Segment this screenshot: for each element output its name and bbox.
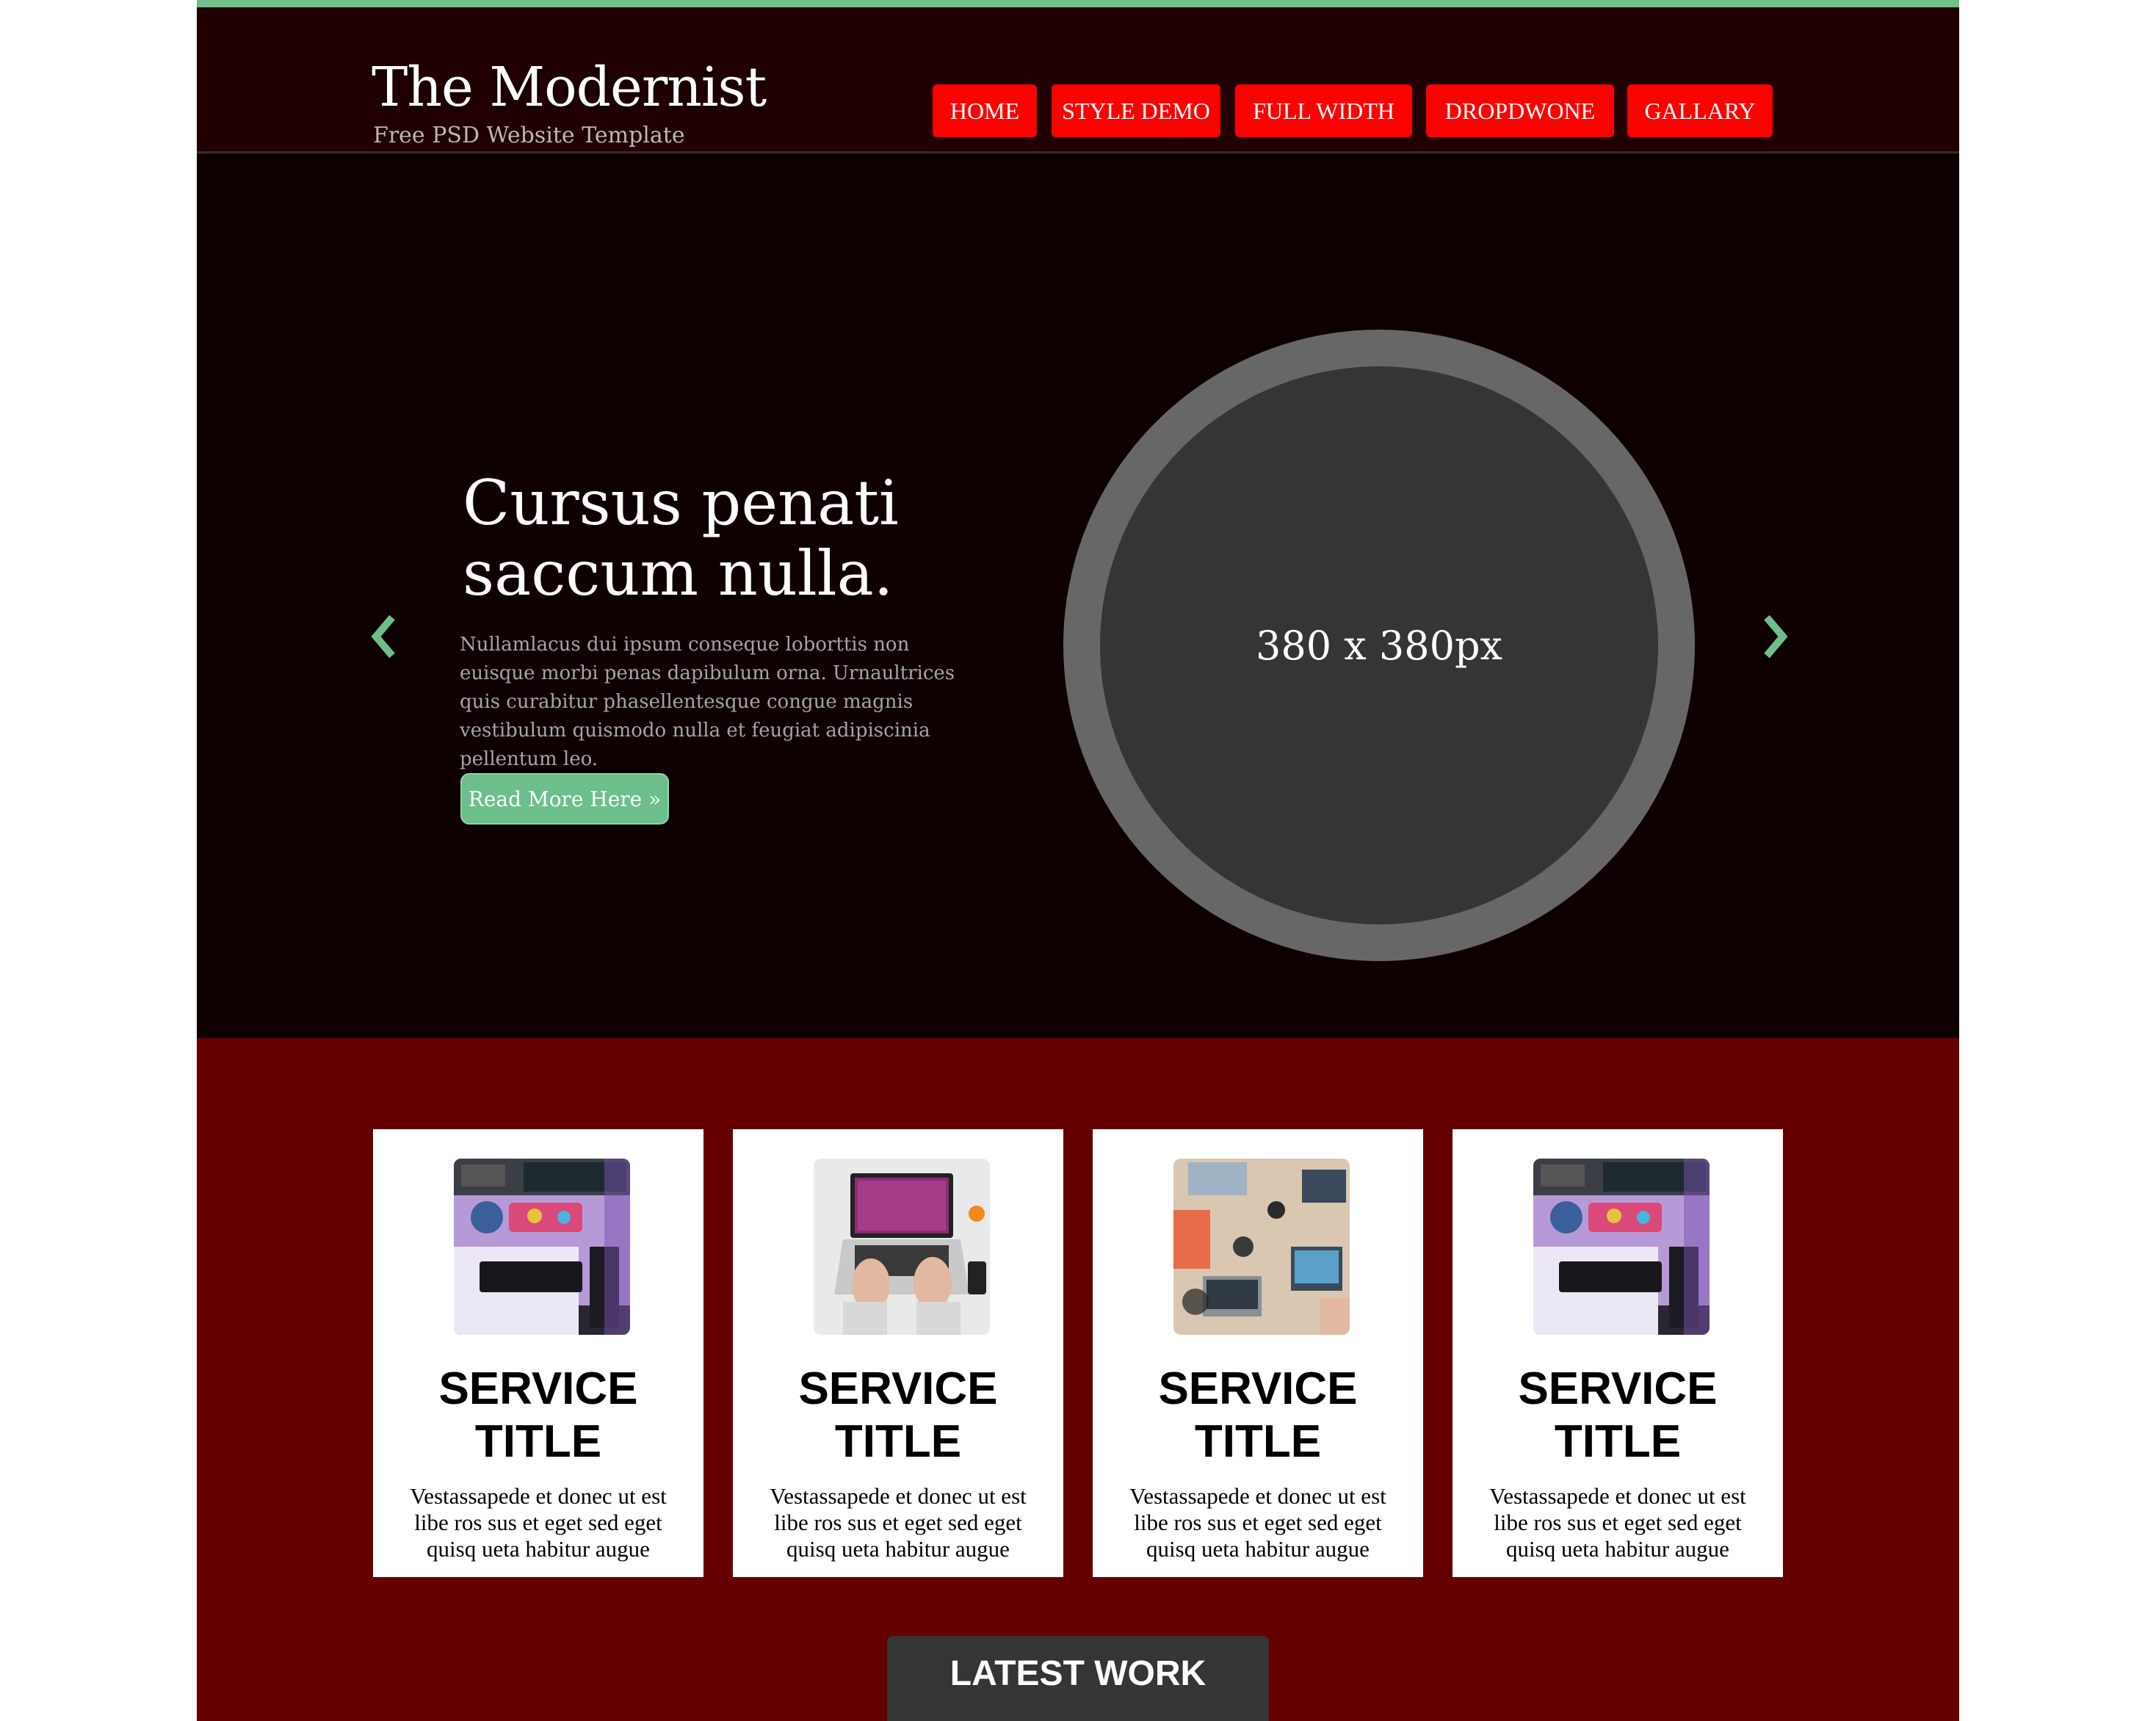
- chevron-right-icon: [1764, 615, 1788, 659]
- service-image-laptop-typing: [814, 1159, 990, 1335]
- service-image-desk-keyboard: [454, 1159, 630, 1335]
- service-description: Vestassapede et donec ut est libe ros su…: [1489, 1483, 1746, 1562]
- service-title: SERVICE TITLE: [1518, 1363, 1718, 1467]
- top-accent-bar: [197, 0, 1959, 7]
- service-description: Vestassapede et donec ut est libe ros su…: [1129, 1483, 1386, 1562]
- service-title: SERVICE TITLE: [798, 1363, 998, 1467]
- nav-item-gallary[interactable]: GALLARY: [1627, 84, 1773, 137]
- service-title: SERVICE TITLE: [438, 1363, 638, 1467]
- service-image-desk-keyboard: [1533, 1159, 1710, 1335]
- nav-item-style-demo[interactable]: STYLE DEMO: [1052, 84, 1220, 137]
- service-image-team-desk: [1173, 1159, 1350, 1335]
- nav-item-dropdwone[interactable]: DROPDWONE: [1426, 84, 1614, 137]
- nav-item-home[interactable]: HOME: [933, 84, 1037, 137]
- hero-title: Cursus penati saccum nulla.: [463, 467, 899, 609]
- site-tagline: Free PSD Website Template: [373, 123, 685, 148]
- hero-image-placeholder: 380 x 380px: [1100, 366, 1658, 924]
- read-more-button[interactable]: Read More Here »: [460, 773, 669, 825]
- service-card[interactable]: SERVICE TITLE Vestassapede et donec ut e…: [1453, 1129, 1783, 1577]
- chevron-left-icon: [371, 615, 395, 659]
- slider-next-button[interactable]: [1759, 615, 1789, 662]
- service-description: Vestassapede et donec ut est libe ros su…: [770, 1483, 1027, 1562]
- slider-prev-button[interactable]: [370, 615, 399, 662]
- services-section: SERVICE TITLE Vestassapede et donec ut e…: [197, 1038, 1959, 1721]
- site-header: The Modernist Free PSD Website Template …: [197, 7, 1959, 153]
- service-card[interactable]: SERVICE TITLE Vestassapede et donec ut e…: [373, 1129, 703, 1577]
- service-title: SERVICE TITLE: [1158, 1363, 1358, 1467]
- hero-description: Nullamlacus dui ipsum conseque loborttis…: [460, 634, 955, 770]
- service-card[interactable]: SERVICE TITLE Vestassapede et donec ut e…: [733, 1129, 1063, 1577]
- latest-work-heading: LATEST WORK: [887, 1636, 1269, 1721]
- service-description: Vestassapede et donec ut est libe ros su…: [410, 1483, 667, 1562]
- page: The Modernist Free PSD Website Template …: [197, 0, 1959, 1721]
- service-card[interactable]: SERVICE TITLE Vestassapede et donec ut e…: [1093, 1129, 1423, 1577]
- nav-item-full-width[interactable]: FULL WIDTH: [1235, 84, 1412, 137]
- site-logo-title[interactable]: The Modernist: [372, 60, 767, 115]
- hero-slider: Cursus penati saccum nulla. Nullamlacus …: [197, 153, 1959, 1038]
